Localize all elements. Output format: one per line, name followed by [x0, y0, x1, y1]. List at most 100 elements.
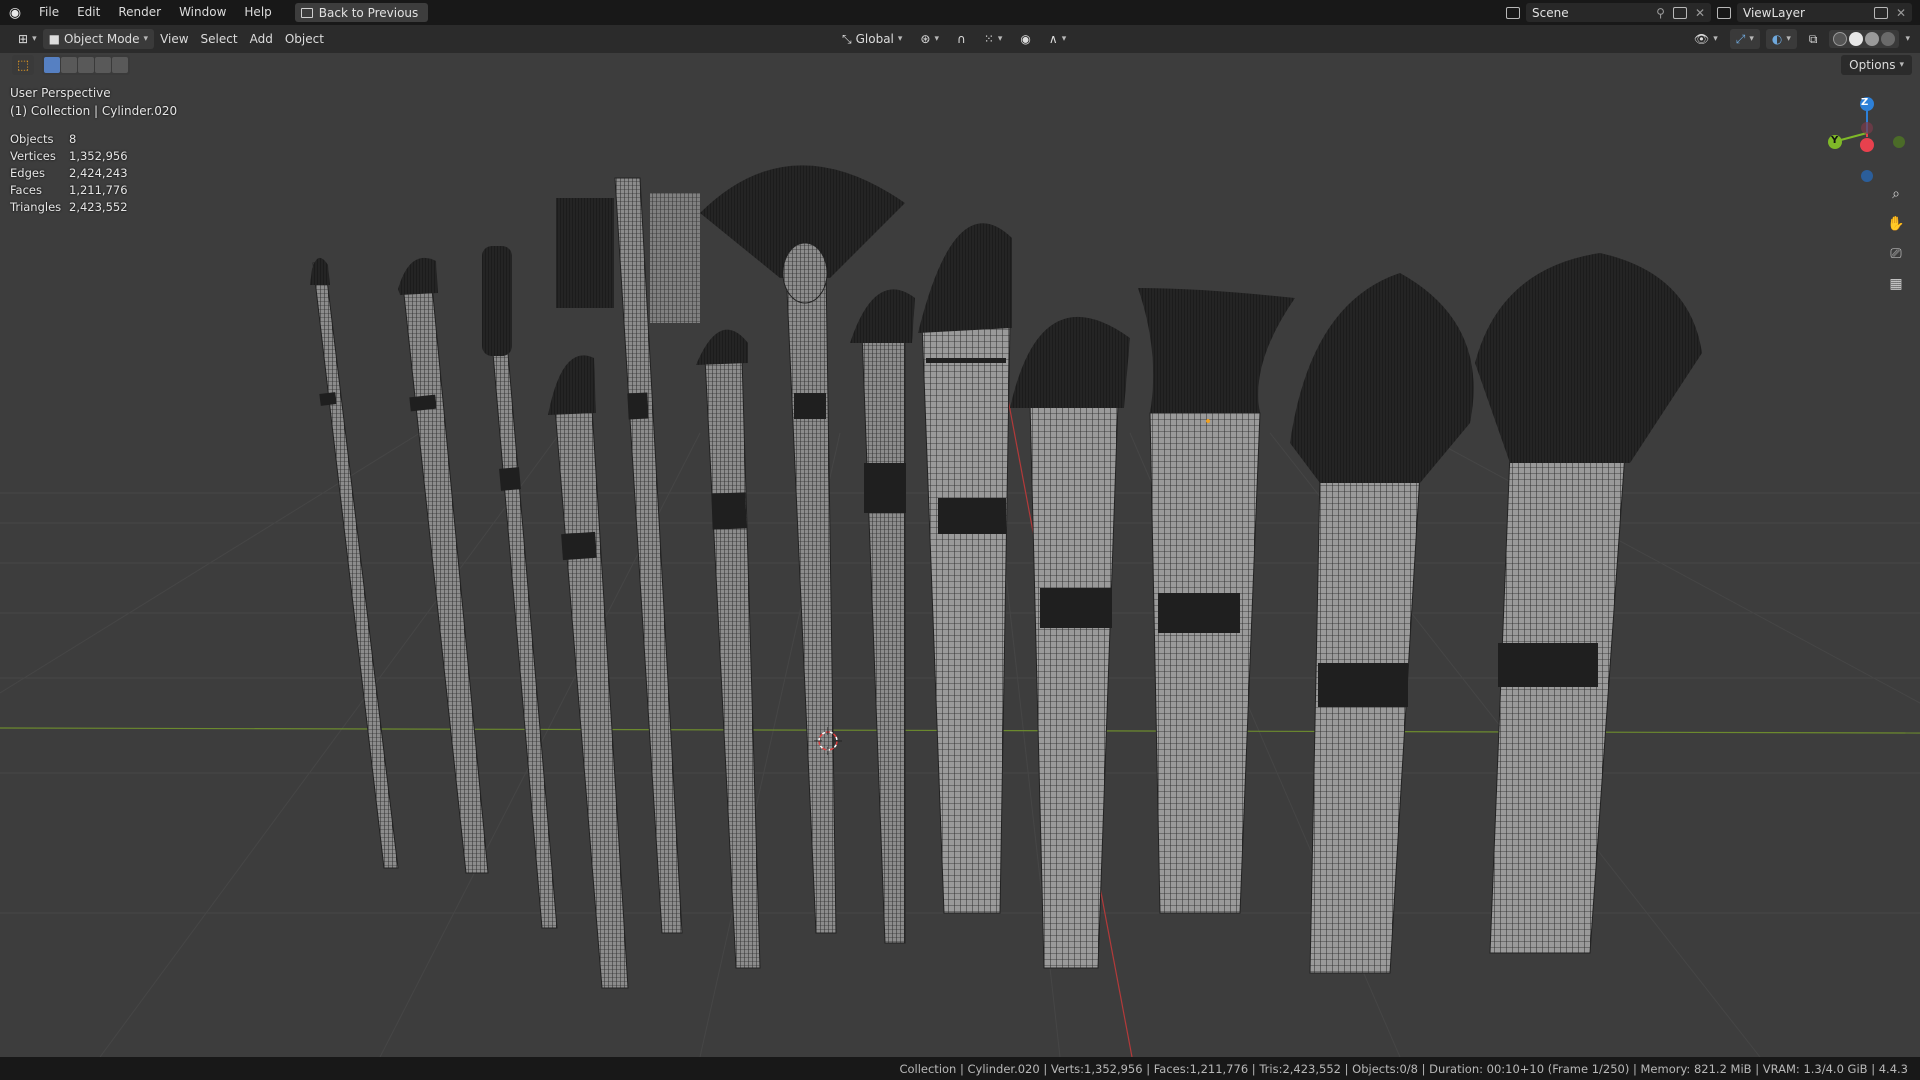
- 3d-viewport[interactable]: User Perspective (1) Collection | Cylind…: [0, 53, 1920, 1057]
- active-object-label: (1) Collection | Cylinder.020: [10, 104, 178, 118]
- stat-value: 8: [69, 132, 77, 146]
- gizmo-z-label[interactable]: Z: [1861, 97, 1868, 108]
- scene-selector-icon[interactable]: [1506, 6, 1520, 19]
- proportional-edit-icon: ◉: [1020, 32, 1031, 46]
- menu-render[interactable]: Render: [109, 0, 170, 25]
- options-label: Options: [1849, 58, 1896, 72]
- stat-value: 2,423,552: [69, 200, 128, 214]
- close-icon[interactable]: ✕: [1695, 6, 1705, 20]
- chevron-down-icon: ▾: [1749, 34, 1754, 44]
- orientation-dropdown[interactable]: ⤡ Global ▾: [836, 29, 908, 49]
- options-dropdown[interactable]: Options ▾: [1841, 55, 1912, 75]
- brush-3-spoolie: [482, 246, 558, 929]
- chevron-down-icon: ▾: [1786, 34, 1791, 44]
- extend-selection-icon[interactable]: [61, 57, 77, 73]
- visibility-button[interactable]: 👁 ▾: [1688, 29, 1724, 49]
- stat-row: Vertices 1,352,956: [10, 148, 128, 165]
- stat-value: 2,424,243: [69, 166, 128, 180]
- snap-toggle[interactable]: ∩: [951, 29, 972, 49]
- object-origin: [1206, 419, 1210, 423]
- status-text: Collection | Cylinder.020 | Verts:1,352,…: [899, 1061, 1908, 1076]
- gizmo-y-label[interactable]: Y: [1831, 135, 1838, 146]
- falloff-curve-icon: ∧: [1048, 32, 1058, 46]
- invert-selection-icon[interactable]: [95, 57, 111, 73]
- chevron-down-icon: ▾: [1899, 60, 1904, 70]
- proportional-edit-toggle[interactable]: ◉: [1014, 29, 1036, 49]
- menu-help[interactable]: Help: [235, 0, 280, 25]
- chevron-down-icon: ▾: [1061, 34, 1067, 44]
- menu-object[interactable]: Object: [279, 29, 330, 49]
- chevron-down-icon: ▾: [897, 34, 903, 44]
- snap-grid-icon: ⁙: [983, 32, 994, 46]
- falloff-button[interactable]: ∧ ▾: [1043, 29, 1072, 49]
- viewport-header: ⊞ ▾ ■ Object Mode ▾ View Select Add Objec…: [0, 25, 1920, 53]
- scene-field[interactable]: Scene ⚲ ✕: [1526, 3, 1711, 22]
- zoom-icon[interactable]: ⌕: [1885, 183, 1907, 205]
- grid-perspective-icon[interactable]: ▦: [1885, 273, 1907, 295]
- xray-toggle[interactable]: ⧉: [1803, 29, 1824, 49]
- pan-hand-icon[interactable]: ✋: [1885, 213, 1907, 235]
- menu-edit[interactable]: Edit: [68, 0, 109, 25]
- brush-6: [696, 329, 761, 969]
- mode-label: Object Mode: [63, 32, 140, 46]
- view-layer-name: ViewLayer: [1743, 5, 1805, 20]
- view-layer-selector-icon[interactable]: [1717, 6, 1731, 19]
- wireframe-shading-icon[interactable]: [1833, 32, 1848, 46]
- blender-logo-icon[interactable]: ◉: [0, 0, 30, 25]
- stat-label: Triangles: [10, 200, 62, 214]
- stat-row: Triangles 2,423,552: [10, 199, 128, 216]
- rendered-shading-icon[interactable]: [1881, 32, 1896, 46]
- editor-type-button[interactable]: ⊞ ▾: [12, 29, 43, 49]
- pivot-point-button[interactable]: ⊛ ▾: [914, 29, 945, 49]
- subtract-selection-icon[interactable]: [78, 57, 94, 73]
- brush-12: [1290, 273, 1474, 974]
- menu-select[interactable]: Select: [195, 29, 244, 49]
- stat-label: Edges: [10, 166, 45, 180]
- orientation-label: Global: [855, 32, 894, 46]
- camera-view-icon[interactable]: ⎚: [1885, 243, 1907, 265]
- brush-11: [1138, 288, 1295, 914]
- new-view-layer-icon[interactable]: [1873, 6, 1888, 19]
- overlays-toggle[interactable]: ◐ ▾: [1765, 29, 1797, 49]
- brush-2: [398, 257, 489, 874]
- solid-shading-icon[interactable]: [1849, 32, 1864, 46]
- pivot-icon: ⊛: [920, 32, 931, 46]
- new-selection-icon[interactable]: [44, 57, 60, 73]
- select-tool-icon[interactable]: ⬚: [12, 55, 34, 75]
- eye-icon: 👁: [1693, 32, 1710, 46]
- back-to-previous-label: Back to Previous: [318, 5, 419, 20]
- magnet-icon: ∩: [957, 32, 966, 46]
- close-icon[interactable]: ✕: [1896, 6, 1906, 20]
- gizmo-toggle[interactable]: ⤢ ▾: [1729, 29, 1760, 49]
- brush-4: [548, 355, 629, 989]
- menu-window[interactable]: Window: [170, 0, 235, 25]
- editor-type-icon: ⊞: [18, 32, 29, 46]
- object-mode-icon: ■: [48, 32, 60, 46]
- chevron-down-icon: ▾: [32, 34, 37, 44]
- chevron-down-icon: ▾: [1713, 34, 1718, 44]
- intersect-selection-icon[interactable]: [112, 57, 128, 73]
- material-preview-icon[interactable]: [1865, 32, 1880, 46]
- menu-add[interactable]: Add: [244, 29, 279, 49]
- screen-icon: [300, 7, 313, 18]
- brush-8: [850, 289, 915, 944]
- view-layer-field[interactable]: ViewLayer ✕: [1737, 3, 1912, 22]
- stat-value: 1,352,956: [69, 149, 128, 163]
- stat-row: Objects 8: [10, 131, 128, 148]
- brush-9: [918, 223, 1012, 914]
- stat-row: Edges 2,424,243: [10, 165, 128, 182]
- shading-options-chevron-icon[interactable]: ▾: [1905, 34, 1910, 44]
- menu-file[interactable]: File: [30, 0, 68, 25]
- new-scene-icon[interactable]: [1672, 6, 1687, 19]
- back-to-previous-button[interactable]: Back to Previous: [294, 3, 429, 22]
- menu-view[interactable]: View: [154, 29, 194, 49]
- snap-target-button[interactable]: ⁙ ▾: [978, 29, 1009, 49]
- scene-statistics: Objects 8 Vertices 1,352,956 Edges 2,424…: [10, 131, 128, 216]
- perspective-label: User Perspective: [10, 86, 111, 100]
- brush-13: [1475, 253, 1702, 954]
- pin-icon[interactable]: ⚲: [1656, 6, 1665, 20]
- chevron-down-icon: ▾: [997, 34, 1003, 44]
- mode-dropdown[interactable]: ■ Object Mode ▾: [42, 29, 155, 49]
- stat-value: 1,211,776: [69, 183, 128, 197]
- chevron-down-icon: ▾: [934, 34, 940, 44]
